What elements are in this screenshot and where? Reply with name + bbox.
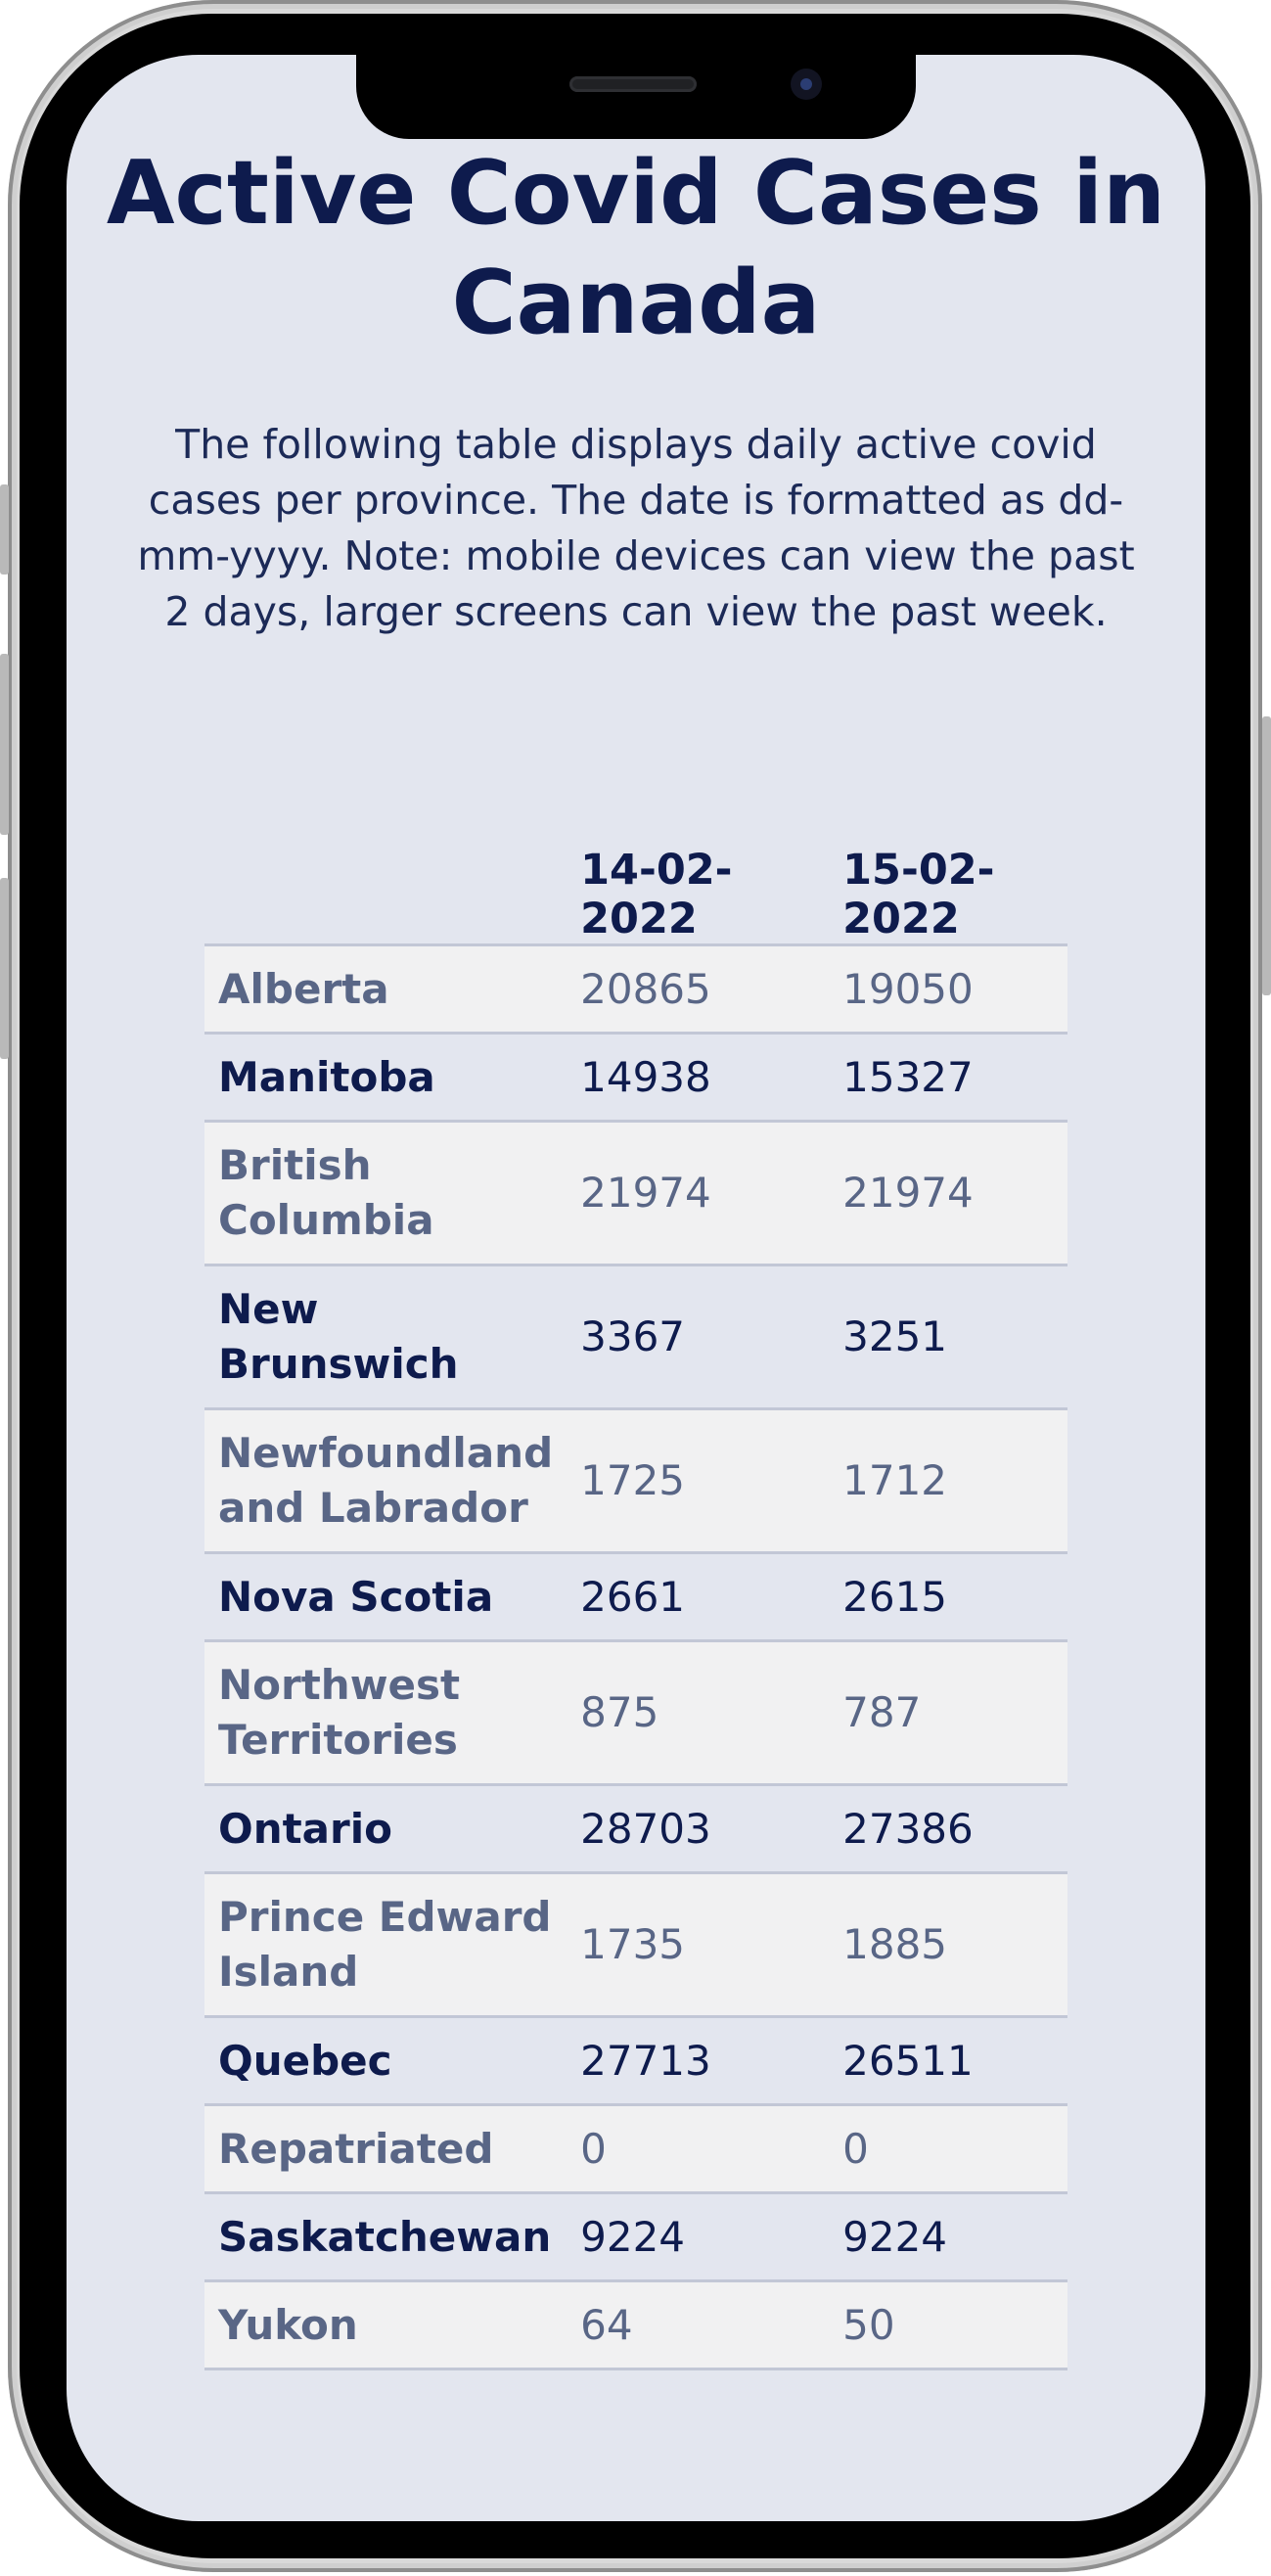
value-cell: 3251 — [829, 1265, 1067, 1410]
table-row: New Brunswich 3367 3251 — [204, 1265, 1067, 1410]
province-cell: Ontario — [204, 1784, 567, 1874]
table-row: Manitoba 14938 15327 — [204, 1033, 1067, 1123]
header-date-1: 14-02-2022 — [580, 846, 733, 943]
value-cell: 27713 — [567, 2016, 830, 2106]
province-cell: Yukon — [204, 2280, 567, 2370]
intro-text: The following table displays daily activ… — [137, 421, 1135, 635]
value-cell: 20865 — [567, 943, 830, 1035]
value-cell: 21974 — [567, 1121, 830, 1266]
value-cell: 14938 — [567, 1033, 830, 1123]
front-camera-icon — [791, 69, 822, 100]
province-cell: New Brunswich — [204, 1265, 567, 1410]
province-cell: Repatriated — [204, 2104, 567, 2194]
table-row: Prince Edward Island 1735 1885 — [204, 1872, 1067, 2018]
power-button — [1262, 716, 1271, 995]
page-title: Active Covid Cases in Canada — [106, 142, 1166, 354]
table-row: Ontario 28703 27386 — [204, 1784, 1067, 1874]
value-cell: 64 — [567, 2280, 830, 2370]
province-cell: Saskatchewan — [204, 2192, 567, 2282]
value-cell: 1885 — [829, 1872, 1067, 2018]
province-cell: Quebec — [204, 2016, 567, 2106]
value-cell: 1725 — [567, 1408, 830, 1554]
province-cell: Prince Edward Island — [204, 1872, 567, 2018]
value-cell: 0 — [567, 2104, 830, 2194]
table-row: Newfoundland and Labrador 1725 1712 — [204, 1408, 1067, 1554]
value-cell: 50 — [829, 2280, 1067, 2370]
table-row: Repatriated 0 0 — [204, 2104, 1067, 2194]
province-cell: British Columbia — [204, 1121, 567, 1266]
table-row: Alberta 20865 19050 — [204, 943, 1067, 1035]
value-cell: 27386 — [829, 1784, 1067, 1874]
province-cell: Alberta — [204, 943, 567, 1035]
table-row: British Columbia 21974 21974 — [204, 1121, 1067, 1266]
value-cell: 26511 — [829, 2016, 1067, 2106]
covid-cases-table: 14-02-2022 15-02-2022 Alberta 20865 1905… — [204, 846, 1067, 2370]
value-cell: 787 — [829, 1640, 1067, 1786]
value-cell: 3367 — [567, 1265, 830, 1410]
table-header-row: 14-02-2022 15-02-2022 — [204, 846, 1067, 945]
value-cell: 19050 — [829, 943, 1067, 1035]
province-cell: Northwest Territories — [204, 1640, 567, 1786]
value-cell: 1735 — [567, 1872, 830, 2018]
speaker-grille — [569, 76, 697, 92]
value-cell: 9224 — [567, 2192, 830, 2282]
value-cell: 28703 — [567, 1784, 830, 1874]
province-cell: Manitoba — [204, 1033, 567, 1123]
value-cell: 2615 — [829, 1552, 1067, 1642]
value-cell: 21974 — [829, 1121, 1067, 1266]
volume-up-button — [0, 654, 9, 835]
header-province — [204, 846, 567, 945]
table-row: Yukon 64 50 — [204, 2280, 1067, 2370]
value-cell: 9224 — [829, 2192, 1067, 2282]
header-date-2: 15-02-2022 — [842, 846, 995, 943]
mute-switch — [0, 484, 9, 575]
table-row: Saskatchewan 9224 9224 — [204, 2192, 1067, 2282]
value-cell: 2661 — [567, 1552, 830, 1642]
phone-screen: Active Covid Cases in Canada The followi… — [67, 55, 1205, 2521]
table-row: Northwest Territories 875 787 — [204, 1640, 1067, 1786]
value-cell: 15327 — [829, 1033, 1067, 1123]
value-cell: 875 — [567, 1640, 830, 1786]
value-cell: 1712 — [829, 1408, 1067, 1554]
table-row: Nova Scotia 2661 2615 — [204, 1552, 1067, 1642]
province-cell: Newfoundland and Labrador — [204, 1408, 567, 1554]
value-cell: 0 — [829, 2104, 1067, 2194]
province-cell: Nova Scotia — [204, 1552, 567, 1642]
table-row: Quebec 27713 26511 — [204, 2016, 1067, 2106]
volume-down-button — [0, 878, 9, 1059]
notch — [356, 55, 916, 139]
